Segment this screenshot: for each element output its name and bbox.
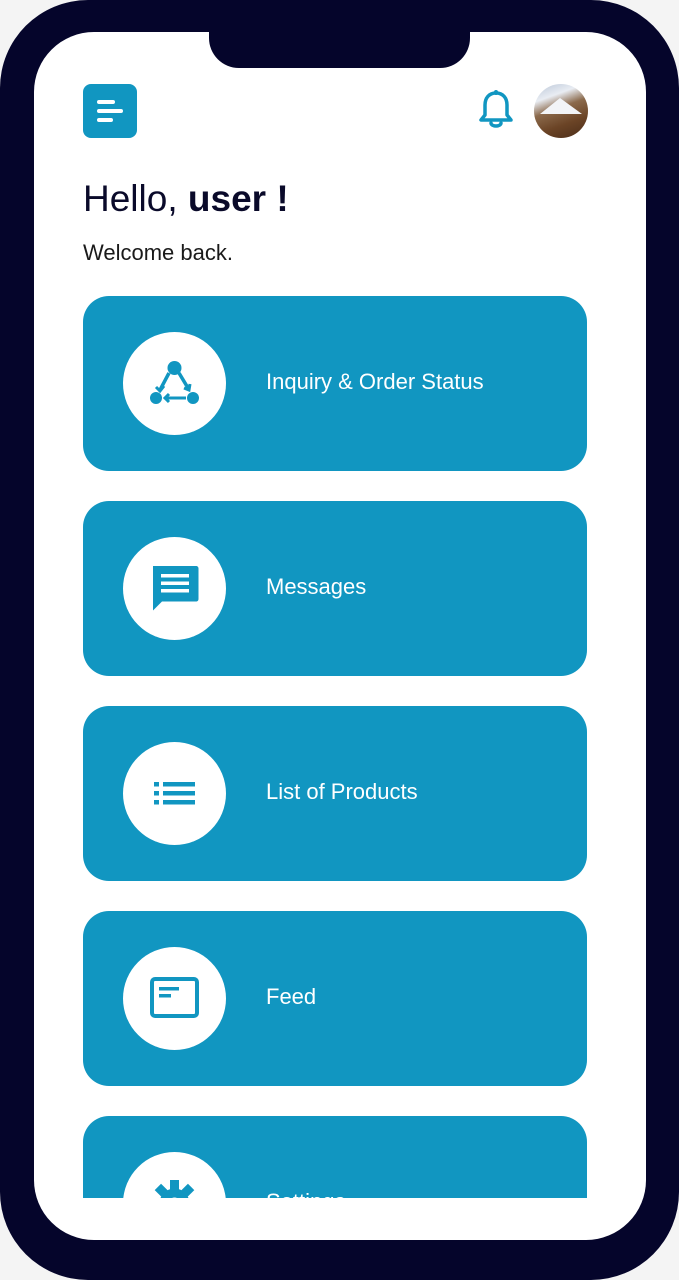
card-label: Inquiry & Order Status (266, 369, 484, 394)
notification-bell-button[interactable] (478, 90, 514, 130)
menu-button[interactable] (83, 84, 137, 138)
welcome-subtitle: Welcome back. (83, 240, 233, 265)
bell-icon (479, 90, 513, 128)
feed-card[interactable]: Feed (83, 911, 587, 1086)
feed-icon (150, 977, 199, 1018)
avatar-image (540, 98, 582, 114)
page-title: Hello, user ! (83, 178, 289, 220)
phone-notch (209, 22, 470, 68)
header (83, 84, 588, 138)
avatar[interactable] (534, 84, 588, 138)
messages-card[interactable]: Messages (83, 501, 587, 676)
list-of-products-card[interactable]: List of Products (83, 706, 587, 881)
greeting-prefix: Hello, (83, 178, 188, 219)
workflow-icon (150, 361, 199, 404)
inquiry-order-status-card[interactable]: Inquiry & Order Status (83, 296, 587, 471)
dashboard-content: Hello, user ! Welcome back. Inquiry & Or… (34, 32, 646, 1198)
app-screen: Hello, user ! Welcome back. Inquiry & Or… (34, 32, 646, 1240)
card-label: Feed (266, 984, 317, 1009)
card-label: Settings (266, 1189, 346, 1198)
chat-icon (153, 566, 199, 611)
settings-card[interactable]: Settings (83, 1116, 587, 1198)
user-name: user ! (187, 178, 289, 219)
card-label: Messages (266, 574, 367, 599)
phone-frame: Hello, user ! Welcome back. Inquiry & Or… (0, 0, 679, 1280)
card-label: List of Products (266, 779, 418, 804)
list-icon (154, 782, 195, 805)
gear-icon (154, 1180, 195, 1198)
